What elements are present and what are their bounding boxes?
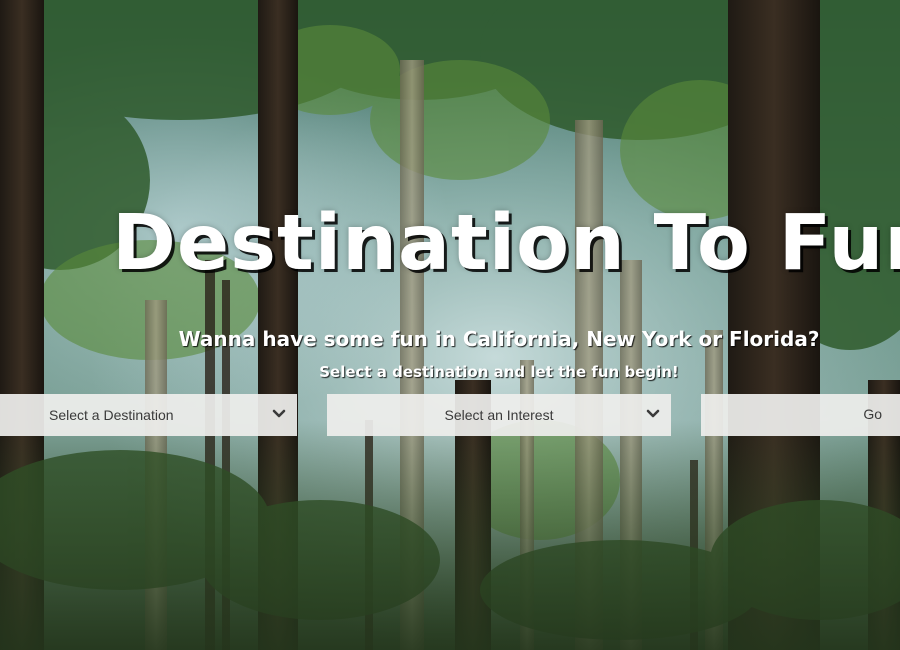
chevron-down-icon (272, 394, 286, 436)
interest-select[interactable]: Select an Interest (327, 394, 671, 436)
interest-select-value: Select an Interest (444, 407, 554, 423)
go-button[interactable]: Go (701, 394, 900, 436)
hero-caption: Select a destination and let the fun beg… (319, 363, 679, 381)
destination-search-bar: Select a Destination Select an Interest … (0, 394, 900, 436)
destination-select[interactable]: Select a Destination (0, 394, 297, 436)
hero-subtitle: Wanna have some fun in California, New Y… (178, 327, 820, 351)
destination-select-value: Select a Destination (49, 407, 174, 423)
chevron-down-icon (646, 394, 660, 436)
page-title: Destination To Fun (112, 199, 900, 288)
